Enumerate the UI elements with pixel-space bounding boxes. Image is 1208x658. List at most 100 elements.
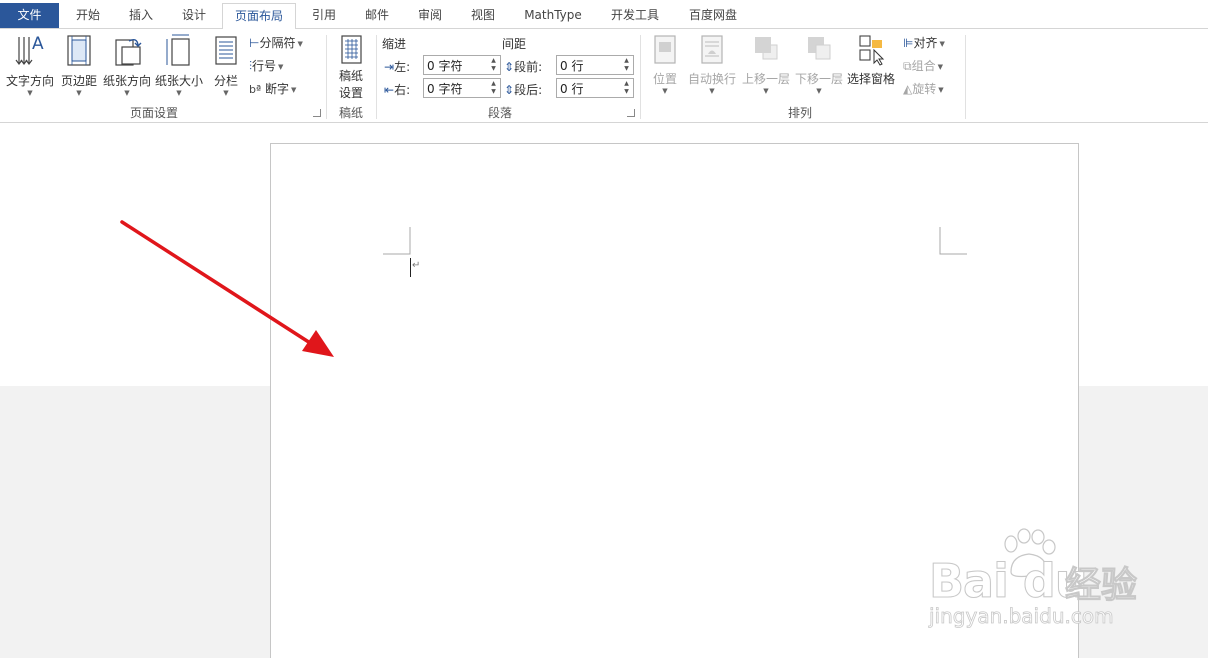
group-divider	[376, 35, 377, 119]
position-label: 位置	[652, 72, 677, 86]
send-backward-button[interactable]: 下移一层 ▼	[793, 33, 845, 97]
paper-size-icon	[166, 34, 190, 66]
spacing-after-input[interactable]	[557, 79, 619, 97]
tab-mathtype[interactable]: MathType	[512, 3, 594, 29]
margins-icon	[67, 35, 91, 66]
chevron-down-icon: ▼	[223, 89, 229, 97]
manuscript-label-line2: 设置	[338, 86, 363, 100]
manuscript-settings-button[interactable]: 稿纸 设置	[331, 33, 371, 100]
position-icon	[654, 35, 676, 64]
tab-design[interactable]: 设计	[168, 3, 220, 29]
group-divider	[965, 35, 966, 119]
tab-view[interactable]: 视图	[457, 3, 509, 29]
indent-right-label: ⇤右:	[384, 83, 411, 97]
tab-developer[interactable]: 开发工具	[598, 3, 672, 29]
align-label: 对齐	[913, 36, 938, 50]
send-backward-label: 下移一层	[794, 72, 843, 86]
ribbon: A 文字方向 ▼ 页边距 ▼ 纸张方向 ▼ 纸张大小 ▼ 分栏 ▼ ⊢分隔符 ▼…	[0, 29, 1208, 123]
paragraph-group-label: 段落	[487, 106, 512, 120]
line-numbers-button[interactable]: ⫶行号 ▼	[249, 56, 283, 76]
tab-file[interactable]: 文件	[0, 3, 59, 28]
chevron-down-icon: ▼	[763, 87, 769, 95]
margins-button[interactable]: 页边距 ▼	[58, 33, 100, 97]
orientation-button[interactable]: 纸张方向 ▼	[101, 33, 153, 97]
orientation-icon	[115, 38, 142, 66]
baidu-jingyan-watermark: Bai du 经验 jingyan.baidu.com	[925, 528, 1155, 640]
tab-insert[interactable]: 插入	[115, 3, 167, 29]
breaks-label: 分隔符	[259, 36, 296, 50]
chevron-down-icon: ▼	[76, 89, 82, 97]
chevron-down-icon: ▼	[938, 85, 944, 94]
page-setup-launcher-icon[interactable]	[313, 109, 321, 117]
columns-button[interactable]: 分栏 ▼	[208, 33, 244, 97]
tab-mailings[interactable]: 邮件	[351, 3, 403, 29]
spin-arrows-icon[interactable]: ▲ ▼	[489, 80, 498, 96]
spacing-after-stepper[interactable]: ▲▼	[556, 78, 634, 98]
bring-forward-button[interactable]: 上移一层 ▼	[740, 33, 792, 97]
align-icon: ⊫	[903, 36, 914, 50]
top-right-margin-marker	[939, 227, 967, 255]
spacing-before-input[interactable]	[557, 56, 619, 74]
align-button[interactable]: ⊫对齐 ▼	[903, 33, 945, 53]
text-direction-label: 文字方向	[5, 74, 54, 88]
rotate-label: 旋转	[912, 82, 937, 96]
send-backward-icon	[808, 37, 831, 60]
hyphenation-icon: bª	[249, 83, 262, 96]
watermark-url: jingyan.baidu.com	[929, 604, 1114, 629]
spacing-heading: 间距	[502, 37, 527, 51]
text-direction-button[interactable]: A 文字方向 ▼	[4, 33, 56, 97]
tab-page-layout[interactable]: 页面布局	[222, 3, 296, 30]
hyphenation-label: 断字	[265, 82, 290, 96]
chevron-down-icon: ▼	[937, 62, 943, 71]
selection-pane-icon	[859, 35, 885, 66]
wrap-text-icon	[701, 35, 723, 64]
position-button[interactable]: 位置 ▼	[646, 33, 684, 97]
tab-references[interactable]: 引用	[298, 3, 350, 29]
manuscript-group-label: 稿纸	[338, 106, 363, 120]
rotate-icon: ◭	[903, 82, 913, 96]
spin-arrows-icon[interactable]: ▲ ▼	[622, 57, 631, 73]
chevron-down-icon: ▼	[709, 87, 715, 95]
group-objects-button[interactable]: ⧉组合 ▼	[903, 56, 943, 76]
rotate-button[interactable]: ◭旋转 ▼	[903, 79, 944, 99]
chevron-down-icon: ▼	[939, 39, 945, 48]
manuscript-icon	[341, 35, 362, 64]
chevron-down-icon: ▼	[816, 87, 822, 95]
spacing-before-stepper[interactable]: ▲▼	[556, 55, 634, 75]
chevron-down-icon: ▼	[662, 87, 668, 95]
indent-left-input[interactable]	[424, 56, 486, 74]
wrap-text-label: 自动换行	[687, 72, 736, 86]
group-divider	[326, 35, 327, 119]
line-numbers-label: 行号	[252, 59, 277, 73]
breaks-button[interactable]: ⊢分隔符 ▼	[249, 33, 303, 53]
indent-heading: 缩进	[382, 37, 407, 51]
page-setup-group-label: 页面设置	[129, 106, 178, 120]
watermark-logo-text: Bai du	[929, 554, 1089, 609]
paper-size-label: 纸张大小	[154, 74, 203, 88]
arrange-group-label: 排列	[787, 106, 812, 120]
ribbon-tab-bar: 文件 开始 插入 设计 页面布局 引用 邮件 审阅 视图 MathType 开发…	[0, 0, 1208, 30]
spin-arrows-icon[interactable]: ▲ ▼	[622, 80, 631, 96]
spacing-after-icon: ⇕	[504, 83, 515, 97]
indent-right-input[interactable]	[424, 79, 486, 97]
paper-size-button[interactable]: 纸张大小 ▼	[154, 33, 204, 97]
manuscript-label-line1: 稿纸	[338, 69, 363, 83]
paragraph-launcher-icon[interactable]	[627, 109, 635, 117]
chevron-down-icon: ▼	[176, 89, 182, 97]
tab-baidu-netdisk[interactable]: 百度网盘	[676, 3, 750, 29]
spacing-before-label: ⇕段前:	[504, 60, 543, 74]
paragraph-mark: ↵	[412, 260, 421, 271]
chevron-down-icon: ▼	[291, 85, 297, 94]
spacing-after-label: ⇕段后:	[504, 83, 543, 97]
tab-home[interactable]: 开始	[62, 3, 114, 29]
wrap-text-button[interactable]: 自动换行 ▼	[686, 33, 738, 97]
indent-right-stepper[interactable]: ▲▼	[423, 78, 501, 98]
tab-review[interactable]: 审阅	[404, 3, 456, 29]
margins-label: 页边距	[60, 74, 97, 88]
selection-pane-button[interactable]: 选择窗格	[846, 33, 896, 97]
group-divider	[640, 35, 641, 119]
bring-forward-label: 上移一层	[741, 72, 790, 86]
hyphenation-button[interactable]: bª 断字 ▼	[249, 79, 296, 99]
indent-left-stepper[interactable]: ▲▼	[423, 55, 501, 75]
spin-arrows-icon[interactable]: ▲ ▼	[489, 57, 498, 73]
